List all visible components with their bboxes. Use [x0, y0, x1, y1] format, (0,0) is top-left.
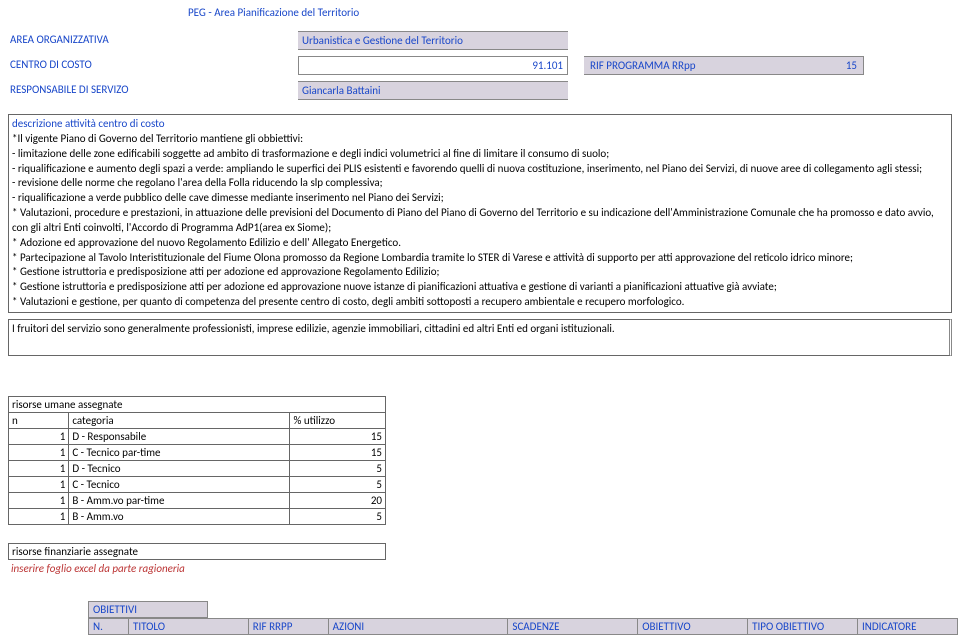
- table-header-row: n categoria % utilizzo: [9, 412, 386, 428]
- col-categoria: categoria: [69, 412, 290, 428]
- description-line: - limitazione delle zone edificabili sog…: [12, 147, 948, 162]
- obiettivi-col: TITOLO: [128, 618, 248, 634]
- table-row: 1D - Tecnico5: [9, 460, 386, 476]
- description-line: * Gestione istruttoria e predisposizione…: [12, 265, 948, 280]
- costo-value: 91.101: [298, 56, 568, 75]
- area-label: AREA ORGANIZZATIVA: [8, 31, 298, 50]
- costo-row: CENTRO DI COSTO 91.101 RIF PROGRAMMA RRp…: [8, 56, 952, 75]
- fruitori-box: I fruitori del servizio sono generalment…: [8, 319, 952, 356]
- description-line: * Valutazioni, procedure e prestazioni, …: [12, 206, 948, 236]
- cell-n: 1: [9, 460, 69, 476]
- description-line: * Adozione ed approvazione del nuovo Reg…: [12, 236, 948, 251]
- finanziarie-title: risorse finanziarie assegnate: [8, 543, 386, 560]
- obiettivi-col: SCADENZE: [508, 618, 638, 634]
- description-line: - riqualificazione a verde pubblico dell…: [12, 191, 948, 206]
- description-line: - riqualificazione e aumento degli spazi…: [12, 162, 948, 177]
- description-line: * Valutazioni e gestione, per quanto di …: [12, 295, 948, 310]
- cell-cat: D - Tecnico: [69, 460, 290, 476]
- cell-pct: 5: [290, 508, 386, 524]
- obiettivi-col: AZIONI: [328, 618, 508, 634]
- table-row: 1C - Tecnico par-time15: [9, 444, 386, 460]
- col-n: n: [9, 412, 69, 428]
- cell-pct: 5: [290, 460, 386, 476]
- resp-row: RESPONSABILE DI SERVIZO Giancarla Battai…: [8, 81, 952, 100]
- obiettivi-col: N.: [89, 618, 129, 634]
- description-line: - revisione delle norme che regolano l'a…: [12, 176, 948, 191]
- table-row: 1B - Amm.vo5: [9, 508, 386, 524]
- cell-cat: C - Tecnico par-time: [69, 444, 290, 460]
- resp-label: RESPONSABILE DI SERVIZO: [8, 81, 298, 100]
- fruitori-text: I fruitori del servizio sono generalment…: [12, 322, 615, 335]
- cell-cat: B - Amm.vo par-time: [69, 492, 290, 508]
- cell-n: 1: [9, 508, 69, 524]
- obiettivi-col: INDICATORE: [858, 618, 958, 634]
- obiettivi-col: OBIETTIVO: [638, 618, 748, 634]
- description-line: *Il vigente Piano di Governo del Territo…: [12, 132, 948, 147]
- cell-cat: C - Tecnico: [69, 476, 290, 492]
- cell-cat: D - Responsabile: [69, 428, 290, 444]
- description-line: * Gestione istruttoria e predisposizione…: [12, 280, 948, 295]
- table-row: 1C - Tecnico5: [9, 476, 386, 492]
- description-heading: descrizione attività centro di costo: [12, 117, 948, 132]
- cell-n: 1: [9, 476, 69, 492]
- obiettivi-table: N.TITOLORIF RRPPAZIONISCADENZEOBIETTIVOT…: [88, 618, 958, 635]
- cell-n: 1: [9, 492, 69, 508]
- table-row: 1D - Responsabile15: [9, 428, 386, 444]
- risorse-table: n categoria % utilizzo 1D - Responsabile…: [8, 412, 386, 525]
- area-row: AREA ORGANIZZATIVA Urbanistica e Gestion…: [8, 31, 952, 50]
- cell-cat: B - Amm.vo: [69, 508, 290, 524]
- table-row: 1B - Amm.vo par-time20: [9, 492, 386, 508]
- description-line: * Partecipazione al Tavolo Interistituzi…: [12, 251, 948, 266]
- obiettivi-col: RIF RRPP: [248, 618, 328, 634]
- rif-label: RIF PROGRAMMA RRpp: [584, 56, 824, 75]
- cell-n: 1: [9, 444, 69, 460]
- obiettivi-title: OBIETTIVI: [88, 601, 208, 618]
- obiettivi-header-row: N.TITOLORIF RRPPAZIONISCADENZEOBIETTIVOT…: [89, 618, 958, 634]
- area-value: Urbanistica e Gestione del Territorio: [298, 31, 568, 50]
- obiettivi-section: OBIETTIVI N.TITOLORIF RRPPAZIONISCADENZE…: [8, 601, 952, 635]
- rif-value: 15: [824, 56, 864, 75]
- cell-n: 1: [9, 428, 69, 444]
- page-title: PEG - Area Pianificazione del Territorio: [8, 6, 952, 19]
- risorse-title: risorse umane assegnate: [8, 396, 386, 412]
- col-utilizzo: % utilizzo: [290, 412, 386, 428]
- finanziarie-note: inserire foglio excel da parte ragioneri…: [8, 560, 952, 577]
- resp-value: Giancarla Battaini: [298, 81, 568, 100]
- costo-label: CENTRO DI COSTO: [8, 56, 298, 75]
- description-box: descrizione attività centro di costo *Il…: [8, 114, 952, 313]
- cell-pct: 15: [290, 444, 386, 460]
- cell-pct: 20: [290, 492, 386, 508]
- obiettivi-col: TIPO OBIETTIVO: [748, 618, 858, 634]
- cell-pct: 5: [290, 476, 386, 492]
- cell-pct: 15: [290, 428, 386, 444]
